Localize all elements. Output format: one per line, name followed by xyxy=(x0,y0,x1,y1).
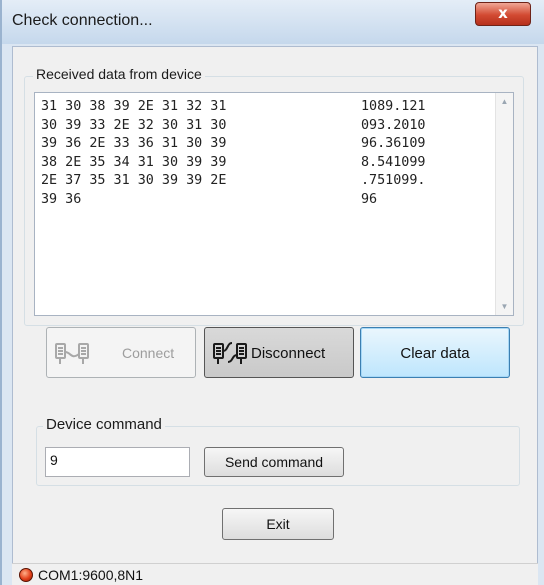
hex-line: 39 36 2E 33 36 31 30 39 xyxy=(41,136,227,151)
command-input[interactable]: 9 xyxy=(45,447,190,477)
connect-button[interactable]: Connect xyxy=(46,327,196,378)
plug-connect-icon xyxy=(55,343,89,364)
send-command-button[interactable]: Send command xyxy=(204,447,344,477)
vertical-scrollbar[interactable]: ▲ ▼ xyxy=(495,93,513,315)
device-command-label: Device command xyxy=(43,416,165,433)
clear-data-button-label: Clear data xyxy=(400,345,470,362)
ascii-line: 96 xyxy=(361,191,378,207)
ascii-data-column: 1089.121 093.2010 96.36109 8.541099 .751… xyxy=(361,98,426,209)
ascii-line: 1089.121 xyxy=(361,99,426,114)
received-data-label: Received data from device xyxy=(33,66,205,82)
status-bar: COM1:9600,8N1 xyxy=(12,563,538,585)
ascii-line: 8.541099 xyxy=(361,154,426,170)
hex-line: 31 30 38 39 2E 31 32 31 xyxy=(41,99,227,114)
close-button[interactable]: x xyxy=(475,2,531,26)
hex-line: 39 36 xyxy=(41,191,82,207)
hex-data-column: 31 30 38 39 2E 31 32 31 30 39 33 2E 32 3… xyxy=(41,98,226,209)
plug-disconnect-icon xyxy=(213,342,247,364)
status-led-icon xyxy=(19,568,33,582)
ascii-line: 96.36109 xyxy=(361,136,426,151)
disconnect-button-label: Disconnect xyxy=(251,345,326,362)
ascii-line: 093.2010 xyxy=(361,117,426,133)
scroll-down-arrow-icon[interactable]: ▼ xyxy=(496,302,513,311)
received-data-textbox[interactable]: 31 30 38 39 2E 31 32 31 30 39 33 2E 32 3… xyxy=(34,92,514,316)
port-settings-text: COM1:9600,8N1 xyxy=(38,567,144,583)
title-bar[interactable]: Check connection... x xyxy=(2,0,544,44)
ascii-line: .751099. xyxy=(361,173,426,188)
exit-button[interactable]: Exit xyxy=(222,508,334,540)
hex-line: 38 2E 35 34 31 30 39 39 xyxy=(41,154,227,170)
hex-line: 2E 37 35 31 30 39 39 2E xyxy=(41,173,227,188)
scroll-up-arrow-icon[interactable]: ▲ xyxy=(496,97,513,106)
hex-line: 30 39 33 2E 32 30 31 30 xyxy=(41,117,227,133)
check-connection-window: Check connection... x Received data from… xyxy=(0,0,544,585)
disconnect-button[interactable]: Disconnect xyxy=(204,327,354,378)
window-title: Check connection... xyxy=(12,12,153,29)
connect-button-label: Connect xyxy=(122,345,175,361)
clear-data-button[interactable]: Clear data xyxy=(360,327,510,378)
